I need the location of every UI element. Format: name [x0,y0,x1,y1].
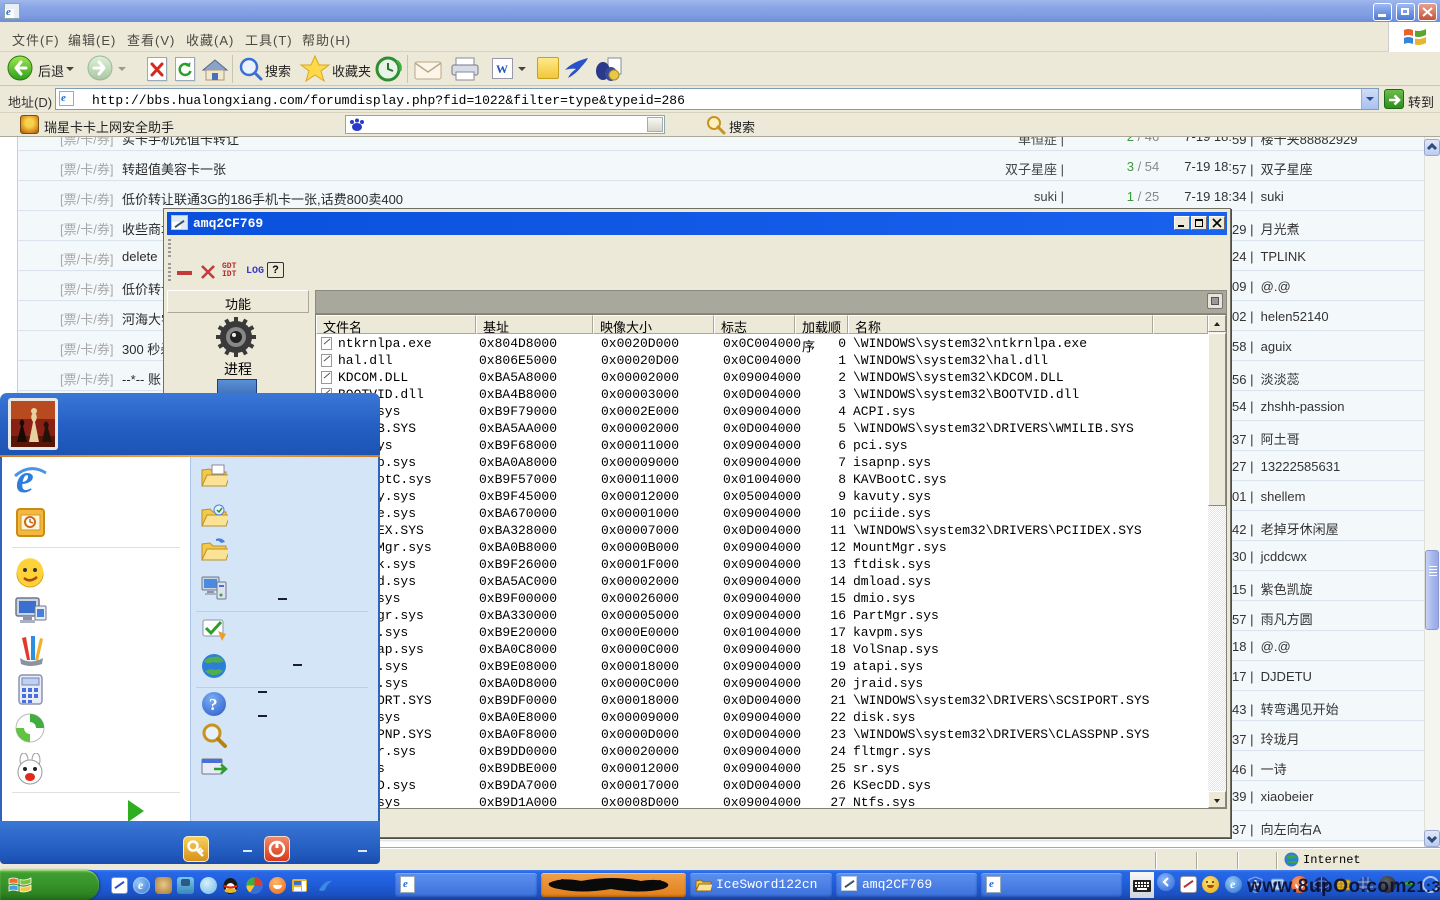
svg-text:?: ? [209,695,218,714]
